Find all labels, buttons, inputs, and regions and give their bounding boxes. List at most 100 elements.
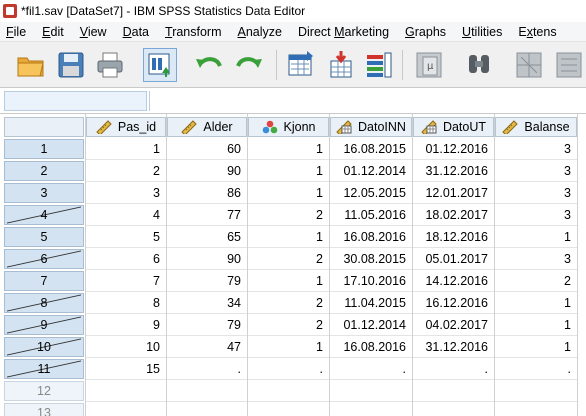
goto-case-icon[interactable] xyxy=(284,48,318,82)
column-header-kjonn[interactable]: Kjonn xyxy=(248,117,329,137)
data-cell[interactable]: 1 xyxy=(248,182,329,204)
menu-edit[interactable]: Edit xyxy=(34,25,72,39)
row-header[interactable]: 5 xyxy=(4,227,84,247)
data-cell[interactable]: 2 xyxy=(248,314,329,336)
data-cell[interactable]: 1 xyxy=(495,292,577,314)
cell-value-editor[interactable] xyxy=(149,91,586,111)
recall-dialog-icon[interactable] xyxy=(143,48,177,82)
column-header-datoinn[interactable]: DatoINN xyxy=(330,117,412,137)
data-cell[interactable]: 3 xyxy=(86,182,166,204)
data-cell[interactable]: 1 xyxy=(86,138,166,160)
data-cell[interactable] xyxy=(495,380,577,402)
weight-cases-icon[interactable] xyxy=(552,48,586,82)
redo-icon[interactable] xyxy=(232,48,266,82)
row-header[interactable]: 1 xyxy=(4,139,84,159)
data-cell[interactable]: 3 xyxy=(495,248,577,270)
column-header-alder[interactable]: Alder xyxy=(167,117,247,137)
data-cell[interactable]: 10 xyxy=(86,336,166,358)
data-cell[interactable]: 1 xyxy=(495,226,577,248)
data-cell[interactable]: 3 xyxy=(495,204,577,226)
data-cell[interactable]: 2 xyxy=(248,204,329,226)
data-cell[interactable]: 1 xyxy=(495,336,577,358)
data-cell[interactable]: 9 xyxy=(86,314,166,336)
column-header-balanse[interactable]: Balanse xyxy=(495,117,577,137)
row-header[interactable]: 7 xyxy=(4,271,84,291)
data-cell[interactable]: 1 xyxy=(248,160,329,182)
data-cell[interactable]: 18.12.2016 xyxy=(413,226,494,248)
data-cell[interactable]: 4 xyxy=(86,204,166,226)
data-cell[interactable]: 05.01.2017 xyxy=(413,248,494,270)
data-cell[interactable] xyxy=(248,402,329,416)
data-cell[interactable]: 01.12.2014 xyxy=(330,160,412,182)
open-folder-icon[interactable] xyxy=(14,48,48,82)
menu-analyze[interactable]: Analyze xyxy=(230,25,290,39)
data-cell[interactable]: 31.12.2016 xyxy=(413,160,494,182)
data-cell[interactable] xyxy=(86,380,166,402)
data-cell[interactable]: 2 xyxy=(495,270,577,292)
menu-graphs[interactable]: Graphs xyxy=(397,25,454,39)
data-cell[interactable]: 16.08.2016 xyxy=(330,226,412,248)
data-cell[interactable] xyxy=(248,380,329,402)
row-header[interactable]: 8 xyxy=(4,293,84,313)
row-header[interactable]: 6 xyxy=(4,249,84,269)
data-cell[interactable]: 79 xyxy=(167,314,247,336)
data-cell[interactable]: 6 xyxy=(86,248,166,270)
menu-utilities[interactable]: Utilities xyxy=(454,25,510,39)
menu-transform[interactable]: Transform xyxy=(157,25,230,39)
data-cell[interactable]: 3 xyxy=(495,138,577,160)
data-cell[interactable]: 30.08.2015 xyxy=(330,248,412,270)
print-icon[interactable] xyxy=(93,48,127,82)
data-cell[interactable]: 86 xyxy=(167,182,247,204)
data-cell[interactable]: 1 xyxy=(495,314,577,336)
data-cell[interactable]: 31.12.2016 xyxy=(413,336,494,358)
data-cell[interactable]: . xyxy=(167,358,247,380)
data-cell[interactable]: 60 xyxy=(167,138,247,160)
cell-reference-field[interactable] xyxy=(4,91,147,111)
data-cell[interactable]: . xyxy=(413,358,494,380)
data-cell[interactable] xyxy=(413,380,494,402)
menu-direct-marketing[interactable]: Direct Marketing xyxy=(290,25,397,39)
data-cell[interactable]: . xyxy=(330,358,412,380)
data-cell[interactable]: 3 xyxy=(495,182,577,204)
data-cell[interactable]: 1 xyxy=(248,270,329,292)
row-header[interactable]: 12 xyxy=(4,381,84,401)
data-cell[interactable]: 16.12.2016 xyxy=(413,292,494,314)
row-header[interactable]: 11 xyxy=(4,359,84,379)
data-cell[interactable]: 16.08.2015 xyxy=(330,138,412,160)
menu-file[interactable]: File xyxy=(0,25,34,39)
menu-data[interactable]: Data xyxy=(115,25,157,39)
data-cell[interactable]: 2 xyxy=(248,292,329,314)
data-cell[interactable]: 90 xyxy=(167,160,247,182)
data-cell[interactable]: 1 xyxy=(248,138,329,160)
data-cell[interactable]: 34 xyxy=(167,292,247,314)
data-cell[interactable]: 2 xyxy=(248,248,329,270)
data-cell[interactable]: 3 xyxy=(495,160,577,182)
data-cell[interactable]: 8 xyxy=(86,292,166,314)
data-cell[interactable]: 79 xyxy=(167,270,247,292)
data-cell[interactable]: 1 xyxy=(248,226,329,248)
data-cell[interactable]: 04.02.2017 xyxy=(413,314,494,336)
data-cell[interactable] xyxy=(495,402,577,416)
save-icon[interactable] xyxy=(54,48,88,82)
data-cell[interactable]: 12.01.2017 xyxy=(413,182,494,204)
data-cell[interactable]: 15 xyxy=(86,358,166,380)
row-header[interactable]: 3 xyxy=(4,183,84,203)
data-cell[interactable]: 16.08.2016 xyxy=(330,336,412,358)
data-cell[interactable] xyxy=(86,402,166,416)
data-cell[interactable]: 12.05.2015 xyxy=(330,182,412,204)
data-cell[interactable]: 5 xyxy=(86,226,166,248)
row-header[interactable]: 9 xyxy=(4,315,84,335)
data-cell[interactable]: . xyxy=(495,358,577,380)
descriptives-icon[interactable]: μ xyxy=(412,48,446,82)
data-cell[interactable]: 65 xyxy=(167,226,247,248)
find-icon[interactable] xyxy=(462,48,496,82)
data-cell[interactable]: 7 xyxy=(86,270,166,292)
data-cell[interactable] xyxy=(413,402,494,416)
data-cell[interactable]: 17.10.2016 xyxy=(330,270,412,292)
column-header-datout[interactable]: DatoUT xyxy=(413,117,494,137)
data-cell[interactable] xyxy=(167,402,247,416)
data-cell[interactable]: 11.05.2016 xyxy=(330,204,412,226)
data-cell[interactable]: 90 xyxy=(167,248,247,270)
data-cell[interactable]: 01.12.2014 xyxy=(330,314,412,336)
menu-extens[interactable]: Extens xyxy=(510,25,564,39)
